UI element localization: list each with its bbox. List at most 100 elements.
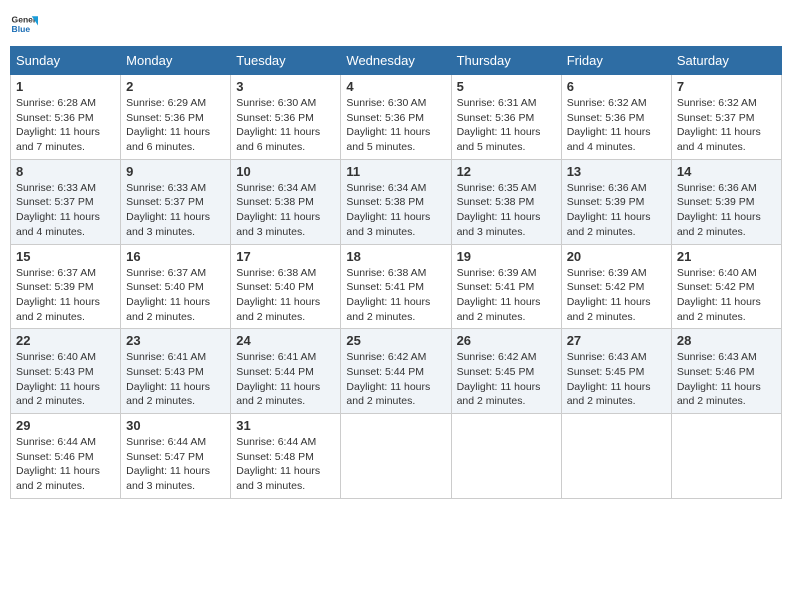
calendar-day-cell [341, 414, 451, 499]
day-number: 17 [236, 249, 335, 264]
calendar-day-cell: 12 Sunrise: 6:35 AM Sunset: 5:38 PM Dayl… [451, 159, 561, 244]
day-info: Sunrise: 6:36 AM Sunset: 5:39 PM Dayligh… [677, 181, 776, 240]
day-number: 10 [236, 164, 335, 179]
calendar-day-cell: 21 Sunrise: 6:40 AM Sunset: 5:42 PM Dayl… [671, 244, 781, 329]
calendar-day-cell: 4 Sunrise: 6:30 AM Sunset: 5:36 PM Dayli… [341, 75, 451, 160]
day-number: 27 [567, 333, 666, 348]
day-number: 1 [16, 79, 115, 94]
calendar-day-cell: 16 Sunrise: 6:37 AM Sunset: 5:40 PM Dayl… [121, 244, 231, 329]
calendar-day-cell: 22 Sunrise: 6:40 AM Sunset: 5:43 PM Dayl… [11, 329, 121, 414]
day-number: 30 [126, 418, 225, 433]
day-info: Sunrise: 6:28 AM Sunset: 5:36 PM Dayligh… [16, 96, 115, 155]
day-info: Sunrise: 6:31 AM Sunset: 5:36 PM Dayligh… [457, 96, 556, 155]
day-number: 9 [126, 164, 225, 179]
calendar-week-row: 15 Sunrise: 6:37 AM Sunset: 5:39 PM Dayl… [11, 244, 782, 329]
day-info: Sunrise: 6:32 AM Sunset: 5:37 PM Dayligh… [677, 96, 776, 155]
calendar-day-cell: 3 Sunrise: 6:30 AM Sunset: 5:36 PM Dayli… [231, 75, 341, 160]
calendar-day-cell [451, 414, 561, 499]
day-number: 24 [236, 333, 335, 348]
day-number: 7 [677, 79, 776, 94]
day-number: 25 [346, 333, 445, 348]
day-info: Sunrise: 6:41 AM Sunset: 5:44 PM Dayligh… [236, 350, 335, 409]
weekday-header-cell: Sunday [11, 47, 121, 75]
calendar-day-cell: 26 Sunrise: 6:42 AM Sunset: 5:45 PM Dayl… [451, 329, 561, 414]
svg-text:Blue: Blue [12, 24, 31, 34]
weekday-header-cell: Thursday [451, 47, 561, 75]
weekday-header-cell: Friday [561, 47, 671, 75]
day-number: 18 [346, 249, 445, 264]
calendar-day-cell: 14 Sunrise: 6:36 AM Sunset: 5:39 PM Dayl… [671, 159, 781, 244]
day-info: Sunrise: 6:40 AM Sunset: 5:42 PM Dayligh… [677, 266, 776, 325]
calendar-day-cell: 11 Sunrise: 6:34 AM Sunset: 5:38 PM Dayl… [341, 159, 451, 244]
day-number: 11 [346, 164, 445, 179]
day-number: 15 [16, 249, 115, 264]
logo: General Blue [10, 10, 38, 38]
day-number: 13 [567, 164, 666, 179]
calendar-day-cell: 28 Sunrise: 6:43 AM Sunset: 5:46 PM Dayl… [671, 329, 781, 414]
calendar-week-row: 1 Sunrise: 6:28 AM Sunset: 5:36 PM Dayli… [11, 75, 782, 160]
calendar-day-cell: 29 Sunrise: 6:44 AM Sunset: 5:46 PM Dayl… [11, 414, 121, 499]
calendar-day-cell: 17 Sunrise: 6:38 AM Sunset: 5:40 PM Dayl… [231, 244, 341, 329]
calendar-day-cell: 15 Sunrise: 6:37 AM Sunset: 5:39 PM Dayl… [11, 244, 121, 329]
calendar-day-cell: 18 Sunrise: 6:38 AM Sunset: 5:41 PM Dayl… [341, 244, 451, 329]
day-number: 22 [16, 333, 115, 348]
day-number: 2 [126, 79, 225, 94]
weekday-header-row: SundayMondayTuesdayWednesdayThursdayFrid… [11, 47, 782, 75]
calendar-day-cell: 24 Sunrise: 6:41 AM Sunset: 5:44 PM Dayl… [231, 329, 341, 414]
day-number: 4 [346, 79, 445, 94]
calendar-day-cell: 8 Sunrise: 6:33 AM Sunset: 5:37 PM Dayli… [11, 159, 121, 244]
calendar-day-cell: 2 Sunrise: 6:29 AM Sunset: 5:36 PM Dayli… [121, 75, 231, 160]
day-number: 26 [457, 333, 556, 348]
calendar-day-cell: 6 Sunrise: 6:32 AM Sunset: 5:36 PM Dayli… [561, 75, 671, 160]
day-number: 12 [457, 164, 556, 179]
calendar-day-cell [671, 414, 781, 499]
day-info: Sunrise: 6:29 AM Sunset: 5:36 PM Dayligh… [126, 96, 225, 155]
day-number: 19 [457, 249, 556, 264]
day-number: 6 [567, 79, 666, 94]
page-header: General Blue [10, 10, 782, 38]
day-number: 28 [677, 333, 776, 348]
weekday-header-cell: Saturday [671, 47, 781, 75]
day-info: Sunrise: 6:38 AM Sunset: 5:41 PM Dayligh… [346, 266, 445, 325]
calendar-week-row: 8 Sunrise: 6:33 AM Sunset: 5:37 PM Dayli… [11, 159, 782, 244]
calendar-day-cell: 7 Sunrise: 6:32 AM Sunset: 5:37 PM Dayli… [671, 75, 781, 160]
day-info: Sunrise: 6:44 AM Sunset: 5:48 PM Dayligh… [236, 435, 335, 494]
day-number: 31 [236, 418, 335, 433]
calendar-day-cell: 13 Sunrise: 6:36 AM Sunset: 5:39 PM Dayl… [561, 159, 671, 244]
day-info: Sunrise: 6:44 AM Sunset: 5:46 PM Dayligh… [16, 435, 115, 494]
day-info: Sunrise: 6:30 AM Sunset: 5:36 PM Dayligh… [236, 96, 335, 155]
day-info: Sunrise: 6:33 AM Sunset: 5:37 PM Dayligh… [16, 181, 115, 240]
day-info: Sunrise: 6:41 AM Sunset: 5:43 PM Dayligh… [126, 350, 225, 409]
weekday-header-cell: Monday [121, 47, 231, 75]
weekday-header-cell: Tuesday [231, 47, 341, 75]
logo-icon: General Blue [10, 10, 38, 38]
calendar-day-cell: 10 Sunrise: 6:34 AM Sunset: 5:38 PM Dayl… [231, 159, 341, 244]
day-info: Sunrise: 6:39 AM Sunset: 5:42 PM Dayligh… [567, 266, 666, 325]
calendar-day-cell: 25 Sunrise: 6:42 AM Sunset: 5:44 PM Dayl… [341, 329, 451, 414]
day-number: 3 [236, 79, 335, 94]
day-info: Sunrise: 6:39 AM Sunset: 5:41 PM Dayligh… [457, 266, 556, 325]
day-info: Sunrise: 6:37 AM Sunset: 5:39 PM Dayligh… [16, 266, 115, 325]
day-number: 20 [567, 249, 666, 264]
calendar-day-cell: 23 Sunrise: 6:41 AM Sunset: 5:43 PM Dayl… [121, 329, 231, 414]
day-info: Sunrise: 6:35 AM Sunset: 5:38 PM Dayligh… [457, 181, 556, 240]
calendar-day-cell: 19 Sunrise: 6:39 AM Sunset: 5:41 PM Dayl… [451, 244, 561, 329]
day-info: Sunrise: 6:38 AM Sunset: 5:40 PM Dayligh… [236, 266, 335, 325]
day-number: 21 [677, 249, 776, 264]
day-info: Sunrise: 6:43 AM Sunset: 5:45 PM Dayligh… [567, 350, 666, 409]
calendar-table: SundayMondayTuesdayWednesdayThursdayFrid… [10, 46, 782, 499]
day-number: 14 [677, 164, 776, 179]
calendar-day-cell [561, 414, 671, 499]
calendar-day-cell: 1 Sunrise: 6:28 AM Sunset: 5:36 PM Dayli… [11, 75, 121, 160]
weekday-header-cell: Wednesday [341, 47, 451, 75]
calendar-day-cell: 20 Sunrise: 6:39 AM Sunset: 5:42 PM Dayl… [561, 244, 671, 329]
day-info: Sunrise: 6:32 AM Sunset: 5:36 PM Dayligh… [567, 96, 666, 155]
calendar-day-cell: 9 Sunrise: 6:33 AM Sunset: 5:37 PM Dayli… [121, 159, 231, 244]
day-number: 8 [16, 164, 115, 179]
day-number: 5 [457, 79, 556, 94]
day-info: Sunrise: 6:34 AM Sunset: 5:38 PM Dayligh… [236, 181, 335, 240]
day-number: 23 [126, 333, 225, 348]
calendar-body: 1 Sunrise: 6:28 AM Sunset: 5:36 PM Dayli… [11, 75, 782, 499]
calendar-week-row: 22 Sunrise: 6:40 AM Sunset: 5:43 PM Dayl… [11, 329, 782, 414]
day-info: Sunrise: 6:36 AM Sunset: 5:39 PM Dayligh… [567, 181, 666, 240]
